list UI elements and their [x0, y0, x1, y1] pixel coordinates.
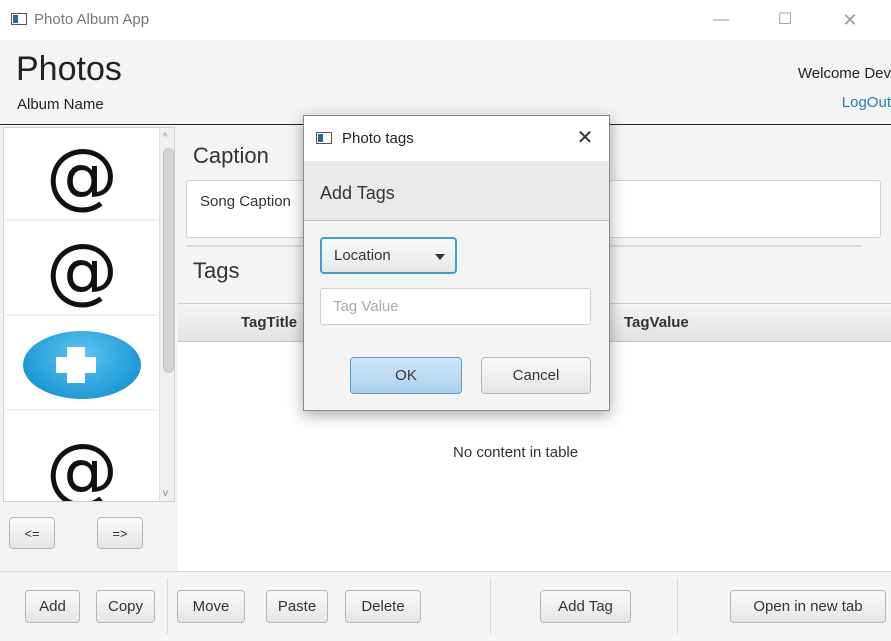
dialog-titlebar: Photo tags ✕: [304, 116, 609, 161]
dialog-header: Add Tags: [304, 161, 609, 221]
chevron-down-icon: [435, 254, 445, 260]
app-icon: [11, 13, 27, 25]
album-name-label: Album Name: [17, 96, 104, 113]
column-header-tagvalue[interactable]: TagValue: [624, 314, 689, 331]
photo-thumbnail-list[interactable]: @ @ @ ^ v: [3, 127, 175, 502]
photo-tags-dialog: Photo tags ✕ Add Tags Location OK Cancel: [303, 115, 610, 411]
photo-thumbnail[interactable]: [6, 320, 158, 411]
dialog-title: Photo tags: [342, 130, 414, 147]
move-button[interactable]: Move: [177, 590, 245, 623]
welcome-text: Welcome Dev: [797, 65, 891, 82]
dialog-header-text: Add Tags: [320, 183, 395, 203]
tag-type-select[interactable]: Location: [320, 237, 457, 274]
open-in-new-tab-button[interactable]: Open in new tab: [730, 590, 886, 623]
scroll-up-icon[interactable]: ^: [163, 132, 168, 143]
window-titlebar: Photo Album App — ☐ ✕: [0, 0, 891, 40]
column-header-tagtitle[interactable]: TagTitle: [241, 314, 297, 331]
dialog-close-icon[interactable]: ✕: [572, 125, 598, 151]
scroll-down-icon[interactable]: v: [163, 488, 168, 499]
caption-heading: Caption: [193, 143, 269, 168]
add-tag-button[interactable]: Add Tag: [540, 590, 631, 623]
paste-button[interactable]: Paste: [266, 590, 328, 623]
previous-photo-button[interactable]: <=: [9, 517, 55, 549]
photo-thumbnail[interactable]: @: [6, 425, 158, 502]
photo-thumbnail[interactable]: @: [6, 225, 158, 316]
toolbar-divider: [677, 578, 678, 634]
app-header: Photos Album Name Welcome Dev LogOut: [0, 40, 891, 125]
empty-table-message: No content in table: [453, 444, 579, 461]
tag-value-input[interactable]: [320, 288, 591, 325]
at-sign-image: @: [46, 427, 118, 502]
maximize-button[interactable]: ☐: [770, 8, 800, 32]
toolbar-divider: [490, 578, 491, 634]
at-sign-image: @: [46, 227, 118, 312]
at-sign-image: @: [46, 132, 118, 217]
minimize-button[interactable]: —: [706, 8, 736, 32]
thumbnail-scrollbar[interactable]: ^ v: [159, 128, 174, 501]
window-title: Photo Album App: [34, 11, 150, 28]
delete-button[interactable]: Delete: [345, 590, 421, 623]
toolbar-divider: [167, 578, 168, 634]
close-window-button[interactable]: ✕: [835, 8, 865, 32]
tag-type-selected-value: Location: [334, 247, 391, 264]
tags-heading: Tags: [193, 258, 240, 283]
photo-thumbnail[interactable]: @: [6, 130, 158, 221]
logout-link[interactable]: LogOut: [842, 94, 891, 111]
scrollbar-thumb[interactable]: [163, 148, 174, 373]
dialog-app-icon: [316, 132, 332, 144]
plus-icon: [23, 330, 141, 399]
copy-button[interactable]: Copy: [96, 590, 155, 623]
add-button[interactable]: Add: [25, 590, 80, 623]
cancel-button[interactable]: Cancel: [481, 357, 591, 394]
page-title: Photos: [16, 50, 122, 88]
ok-button[interactable]: OK: [350, 357, 462, 394]
next-photo-button[interactable]: =>: [97, 517, 143, 549]
